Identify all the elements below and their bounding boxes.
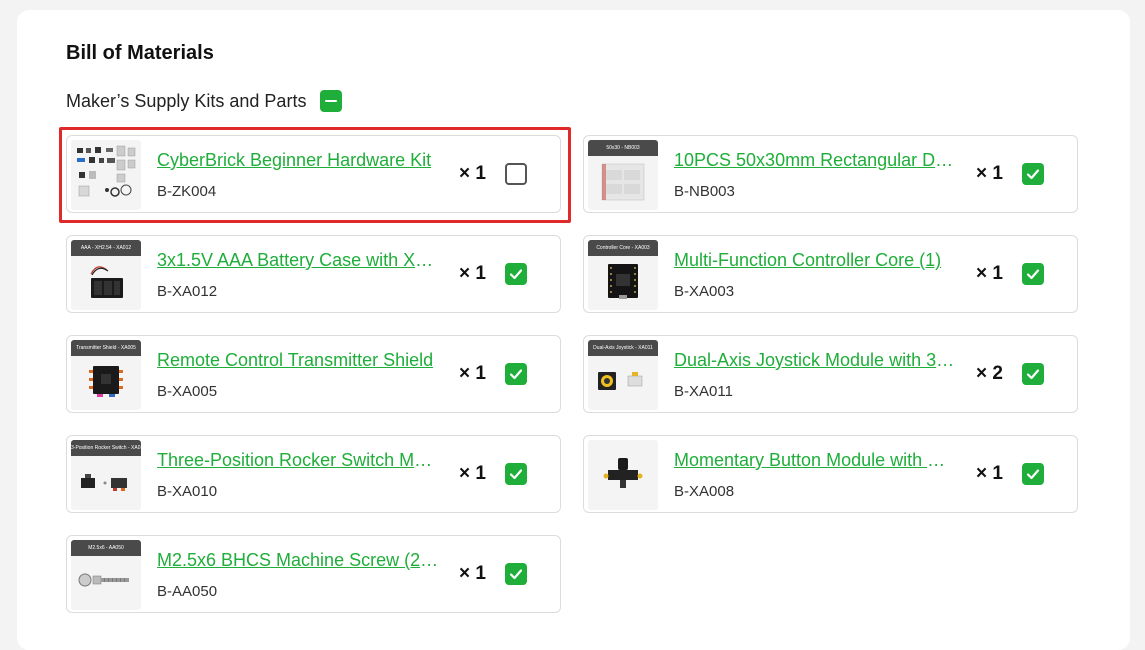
bom-item-card: CyberBrick Beginner Hardware Kit B-ZK004… [66, 135, 561, 213]
section-header: Maker’s Supply Kits and Parts [66, 89, 343, 113]
checkmark-icon [1026, 469, 1040, 480]
bom-item-card: 50x30 - NB003 10PCS 50x30mm Rectangular … [583, 135, 1078, 213]
battery-case-icon: AAA - XH2.54 - XA012 [71, 240, 141, 310]
item-quantity: × 1 [459, 263, 486, 284]
item-checkbox[interactable] [505, 563, 527, 585]
item-name-link[interactable]: 10PCS 50x30mm Rectangular Double-Sided T… [674, 150, 956, 171]
item-name-link[interactable]: Multi-Function Controller Core (1) [674, 250, 956, 271]
item-quantity: × 1 [976, 163, 1003, 184]
checkmark-icon [1026, 269, 1040, 280]
item-name-link[interactable]: Remote Control Transmitter Shield [157, 350, 439, 371]
shield-board-icon: Transmitter Shield - XA005 [71, 340, 141, 410]
checkmark-icon [1026, 369, 1040, 380]
item-quantity: × 1 [976, 463, 1003, 484]
item-sku: B-AA050 [157, 583, 218, 600]
screw-icon: M2.5x6 - AA050 [71, 540, 141, 610]
item-name-link[interactable]: M2.5x6 BHCS Machine Screw (20pcs) [157, 550, 439, 571]
bom-item-card: AAA - XH2.54 - XA012 3x1.5V AAA Battery … [66, 235, 561, 313]
item-checkbox[interactable] [505, 263, 527, 285]
item-checkbox[interactable] [1022, 463, 1044, 485]
bom-item-card: Momentary Button Module with Cap B-XA008… [583, 435, 1078, 513]
checkmark-icon [509, 269, 523, 280]
bom-item-card: M2.5x6 - AA050 M2.5x6 BHCS Machine Screw… [66, 535, 561, 613]
item-name-link[interactable]: Momentary Button Module with Cap [674, 450, 956, 471]
joystick-icon: Dual-Axis Joystick - XA011 [588, 340, 658, 410]
checkmark-icon [509, 569, 523, 580]
controller-board-icon: Controller Core - XA003 [588, 240, 658, 310]
minus-icon [325, 100, 338, 102]
collapse-section-button[interactable] [320, 90, 343, 112]
item-quantity: × 1 [459, 163, 486, 184]
item-sku: B-XA003 [674, 283, 735, 300]
bom-item-card: Controller Core - XA003 Multi-Function C… [583, 235, 1078, 313]
item-name-link[interactable]: Three-Position Rocker Switch Module [157, 450, 439, 471]
item-checkbox[interactable] [505, 363, 527, 385]
bom-item-card: 3-Position Rocker Switch - XA010 Three-P… [66, 435, 561, 513]
item-name-link[interactable]: CyberBrick Beginner Hardware Kit [157, 150, 439, 171]
item-name-link[interactable]: 3x1.5V AAA Battery Case with XH2.54 Conn… [157, 250, 439, 271]
item-sku: B-XA008 [674, 483, 735, 500]
item-checkbox[interactable] [1022, 163, 1044, 185]
rocker-switch-icon: 3-Position Rocker Switch - XA010 [71, 440, 141, 510]
bom-item-card: Dual-Axis Joystick - XA011 Dual-Axis Joy… [583, 335, 1078, 413]
item-sku: B-XA011 [674, 383, 733, 400]
item-checkbox[interactable] [1022, 363, 1044, 385]
item-quantity: × 1 [976, 263, 1003, 284]
item-quantity: × 1 [459, 363, 486, 384]
item-quantity: × 1 [459, 563, 486, 584]
checkmark-icon [509, 469, 523, 480]
checkmark-icon [509, 369, 523, 380]
item-sku: B-NB003 [674, 183, 735, 200]
kit-parts-icon [71, 140, 141, 210]
page-title: Bill of Materials [66, 42, 214, 64]
item-name-link[interactable]: Dual-Axis Joystick Module with 3D Cap [674, 350, 956, 371]
item-quantity: × 2 [976, 363, 1003, 384]
section-title: Maker’s Supply Kits and Parts [66, 90, 307, 111]
item-checkbox[interactable] [505, 163, 527, 185]
item-sku: B-XA005 [157, 383, 218, 400]
item-checkbox[interactable] [1022, 263, 1044, 285]
item-checkbox[interactable] [505, 463, 527, 485]
item-sku: B-XA010 [157, 483, 218, 500]
bom-item-card: Transmitter Shield - XA005 Remote Contro… [66, 335, 561, 413]
checkmark-icon [1026, 169, 1040, 180]
item-sku: B-ZK004 [157, 183, 217, 200]
item-quantity: × 1 [459, 463, 486, 484]
tape-strip-icon: 50x30 - NB003 [588, 140, 658, 210]
button-module-icon [588, 440, 658, 510]
item-sku: B-XA012 [157, 283, 218, 300]
